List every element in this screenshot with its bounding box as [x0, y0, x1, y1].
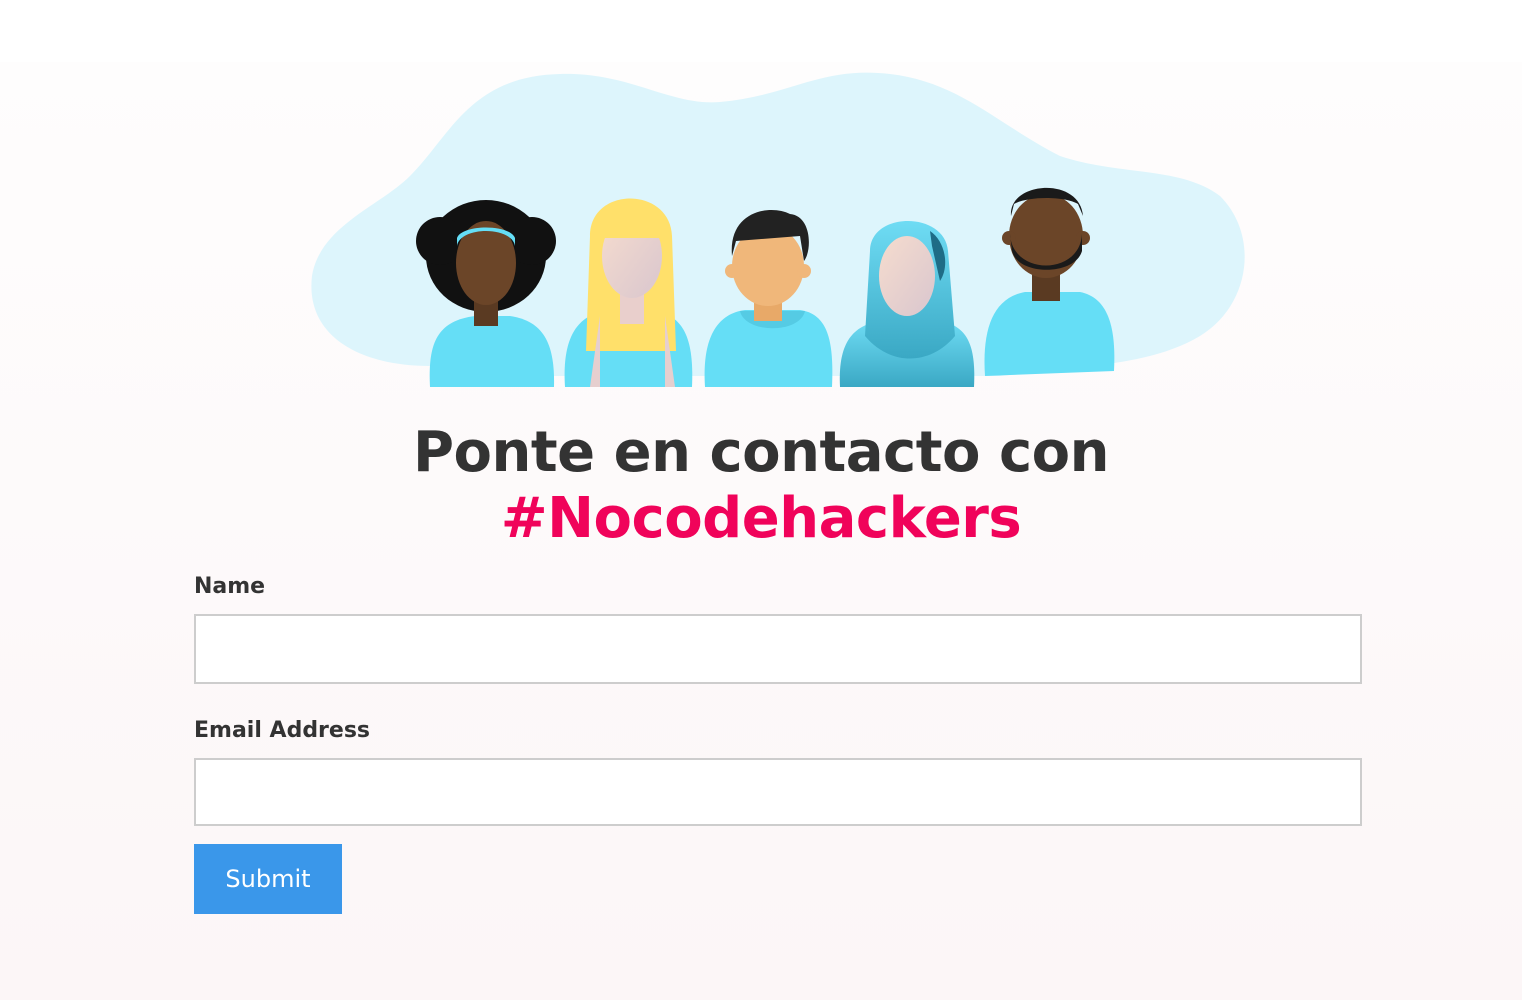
- title-brand-hashtag: #Nocodehackers: [500, 486, 1022, 551]
- hero-illustration: [300, 66, 1260, 396]
- submit-button[interactable]: Submit: [194, 844, 342, 914]
- email-label: Email Address: [194, 718, 371, 743]
- email-input[interactable]: [194, 758, 1362, 826]
- title-line-1: Ponte en contacto con: [412, 420, 1110, 485]
- name-input[interactable]: [194, 614, 1362, 684]
- name-label: Name: [194, 574, 266, 599]
- email-group: Email Address: [194, 714, 1362, 826]
- page-title: Ponte en contacto con #Nocodehackers: [0, 420, 1522, 552]
- contact-form: Name Email Address Submit: [194, 570, 1362, 914]
- people-illustration: [311, 72, 1245, 387]
